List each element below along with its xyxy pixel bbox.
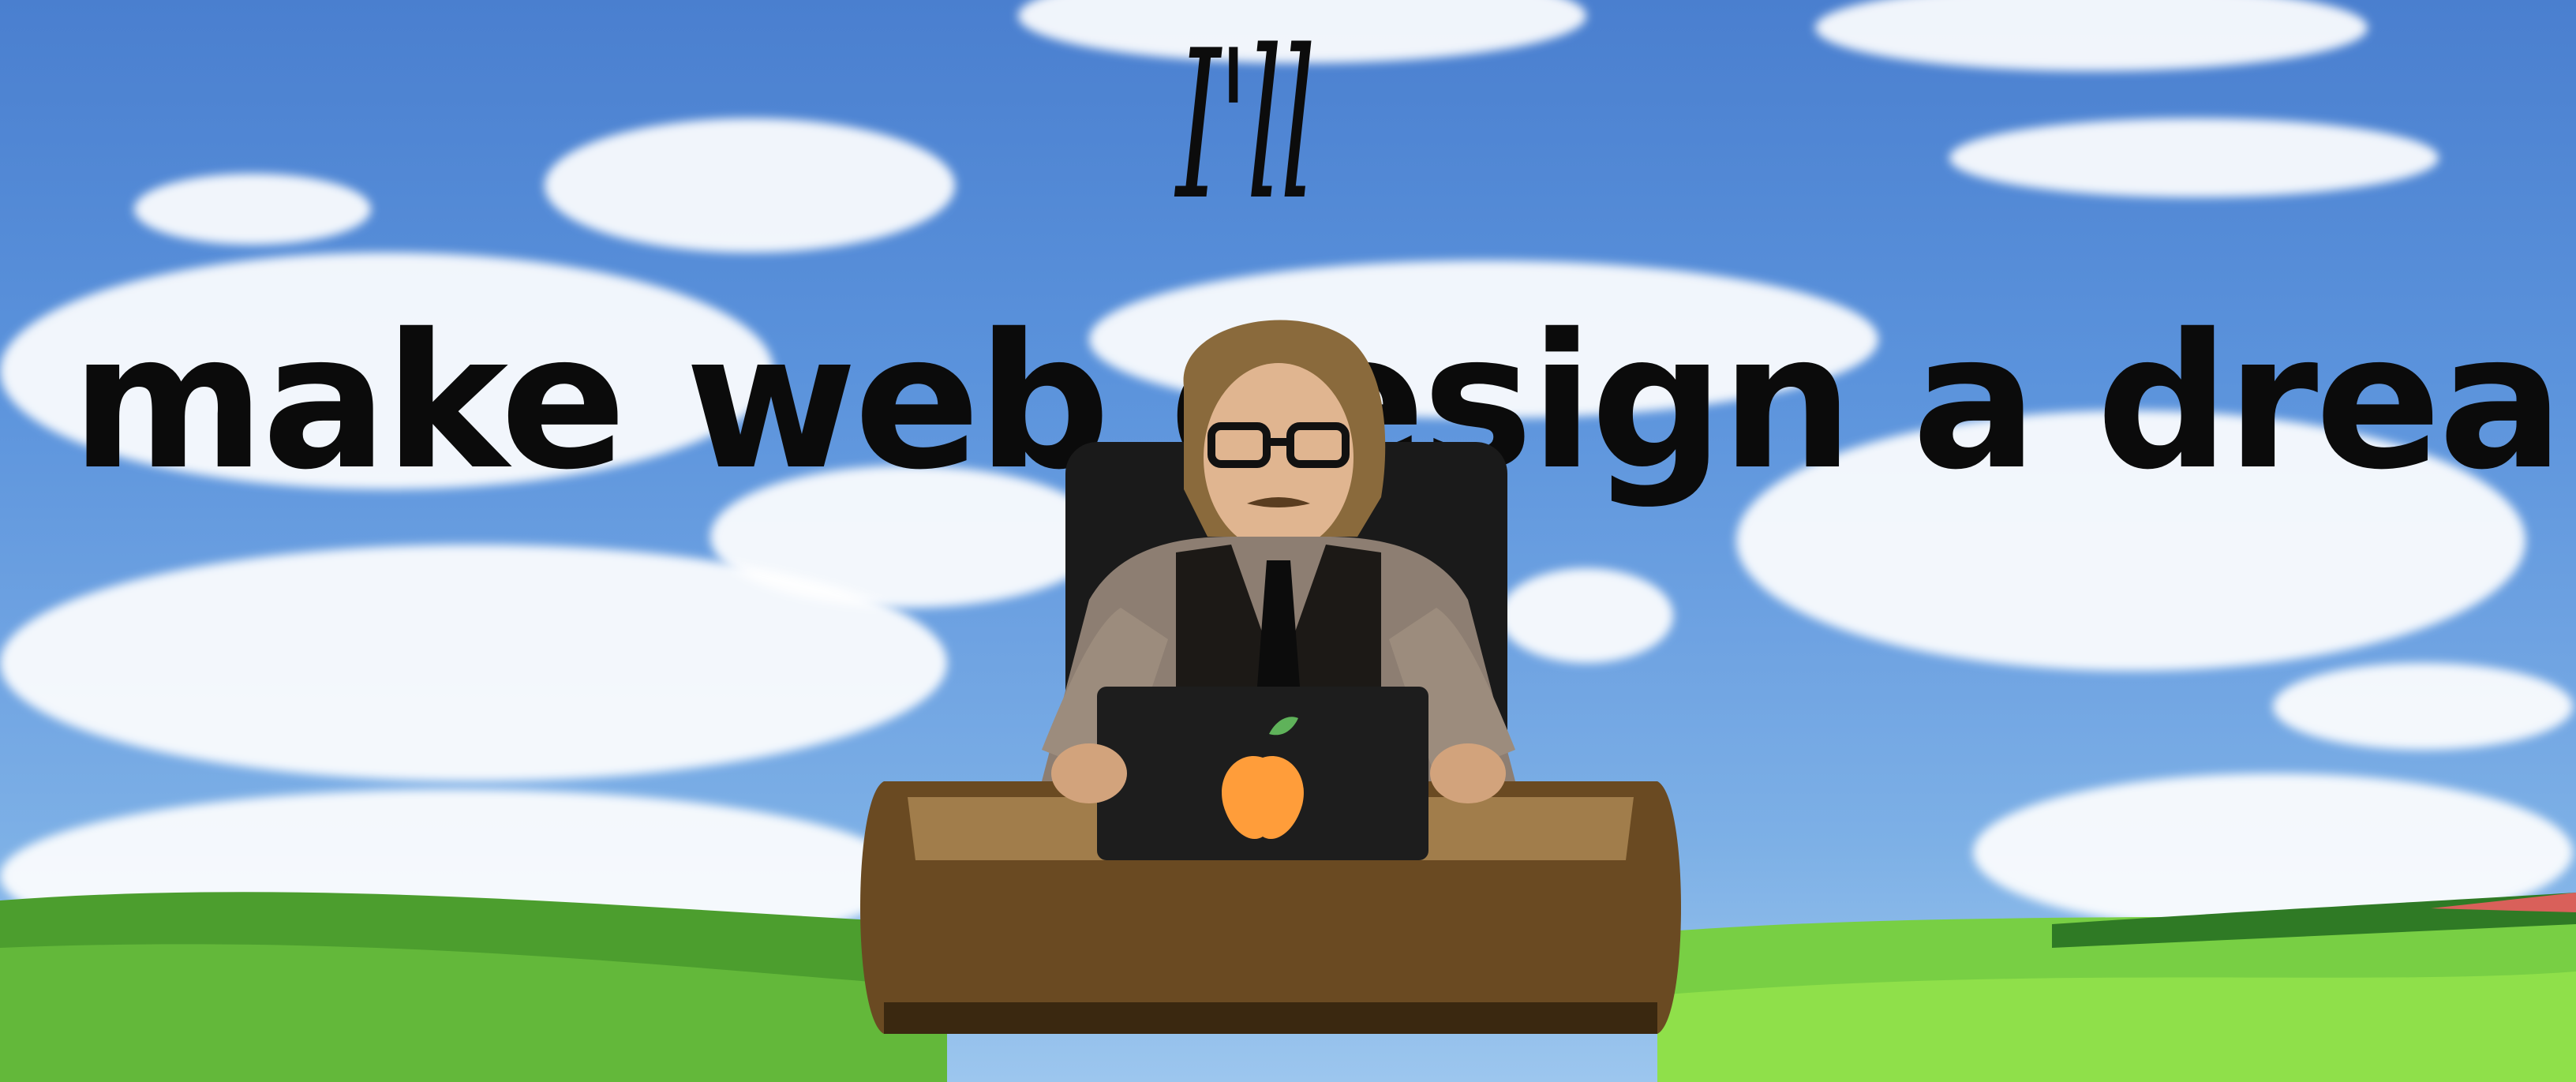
face [1204, 363, 1354, 552]
headline-top: I'll [1176, 7, 1316, 245]
hero-banner: I'll make web design a dream [0, 0, 2576, 1082]
person-at-desk [860, 320, 1681, 1034]
